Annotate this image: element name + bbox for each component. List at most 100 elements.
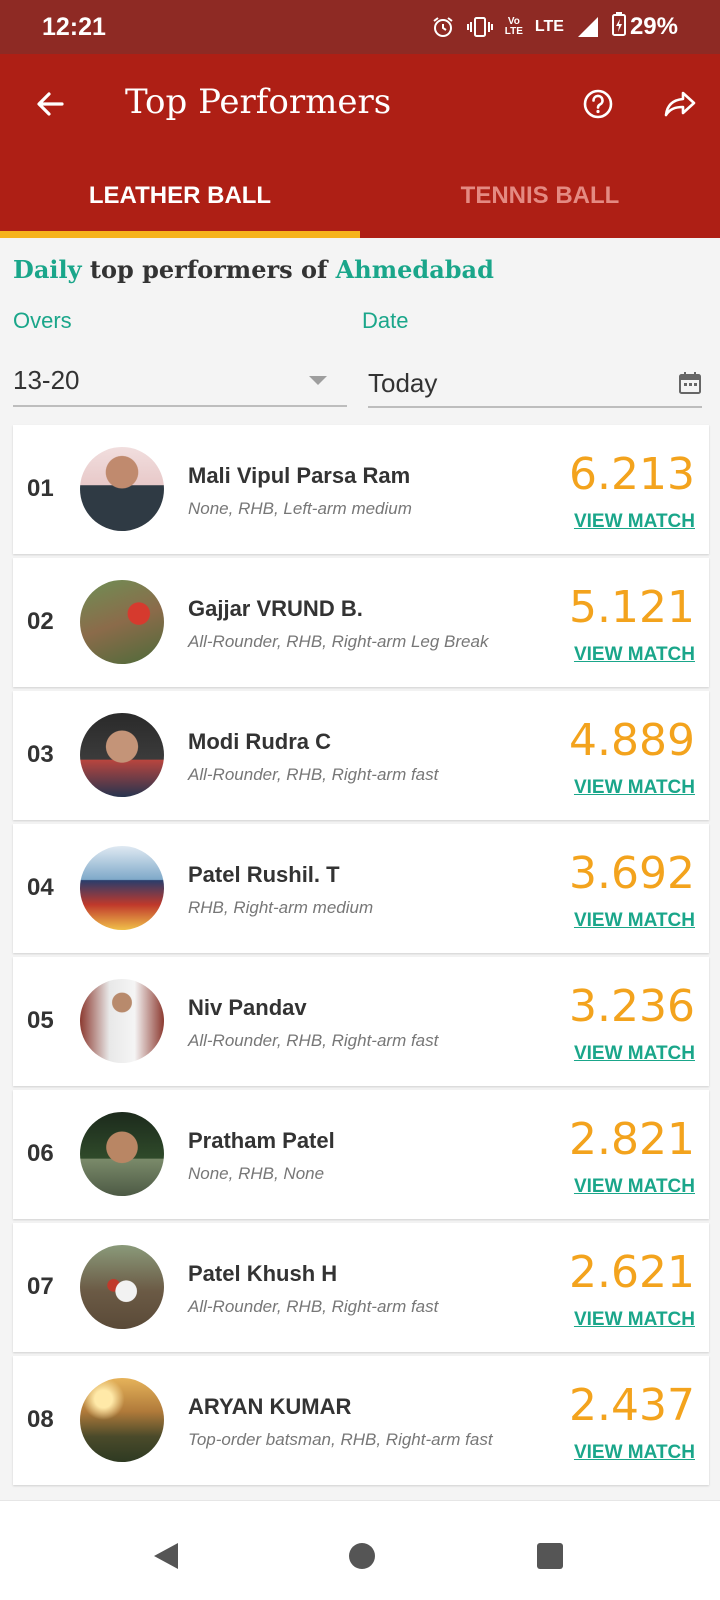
view-match-link[interactable]: VIEW MATCH — [574, 1309, 695, 1331]
overs-label: Overs — [13, 308, 72, 333]
player-role: All-Rounder, RHB, Right-arm fast — [188, 1297, 439, 1316]
help-icon — [583, 89, 613, 119]
player-name: Patel Khush H — [188, 1261, 338, 1286]
heading-period: Daily — [13, 255, 82, 284]
player-score: 4.889 — [569, 715, 695, 766]
player-score: 2.437 — [569, 1380, 695, 1431]
section-heading: Daily top performers of Ahmedabad — [13, 255, 494, 284]
alarm-icon — [431, 15, 455, 39]
tab-leather-ball[interactable]: LEATHER BALL — [0, 153, 360, 238]
status-time: 12:21 — [42, 12, 106, 41]
battery-indicator: 29% — [611, 11, 678, 43]
rank-number: 03 — [27, 741, 54, 768]
avatar — [80, 1245, 164, 1329]
status-icons: Vo LTE LTE 29% — [431, 11, 678, 43]
date-label: Date — [362, 308, 409, 333]
list-item[interactable]: 04 Patel Rushil. T RHB, Right-arm medium… — [13, 824, 709, 953]
avatar — [80, 713, 164, 797]
performers-list: 01 Mali Vipul Parsa Ram None, RHB, Left-… — [13, 425, 709, 1489]
vibrate-icon — [466, 15, 493, 39]
share-button[interactable] — [660, 84, 700, 124]
player-name: Niv Pandav — [188, 995, 307, 1020]
player-role: Top-order batsman, RHB, Right-arm fast — [188, 1430, 493, 1449]
view-match-link[interactable]: VIEW MATCH — [574, 644, 695, 666]
overs-dropdown[interactable]: 13-20 — [13, 355, 347, 407]
avatar — [80, 1112, 164, 1196]
tab-leather-ball-label: LEATHER BALL — [88, 181, 272, 209]
tab-tennis-ball-label: TENNIS BALL — [460, 181, 620, 209]
player-role: All-Rounder, RHB, Right-arm fast — [188, 765, 439, 784]
battery-icon — [611, 11, 626, 43]
lte-icon: LTE — [535, 18, 564, 36]
rank-number: 04 — [27, 874, 54, 901]
date-value: Today — [368, 367, 438, 398]
volte-icon: Vo LTE — [505, 17, 523, 37]
list-item[interactable]: 05 Niv Pandav All-Rounder, RHB, Right-ar… — [13, 957, 709, 1086]
view-match-link[interactable]: VIEW MATCH — [574, 1043, 695, 1065]
status-bar: 12:21 Vo LTE LTE 29% — [0, 0, 720, 54]
player-score: 5.121 — [569, 582, 695, 633]
player-role: None, RHB, None — [188, 1164, 325, 1183]
player-role: RHB, Right-arm medium — [188, 898, 374, 917]
rank-number: 06 — [27, 1140, 54, 1167]
network-label: LTE — [534, 18, 564, 35]
page-title: Top Performers — [125, 82, 392, 122]
player-name: Patel Rushil. T — [188, 862, 340, 887]
view-match-link[interactable]: VIEW MATCH — [574, 910, 695, 932]
player-score: 2.821 — [569, 1114, 695, 1165]
calendar-icon — [679, 372, 701, 394]
heading-city: Ahmedabad — [335, 255, 494, 284]
back-button[interactable] — [30, 84, 70, 124]
player-name: Mali Vipul Parsa Ram — [188, 463, 411, 488]
rank-number: 07 — [27, 1273, 54, 1300]
player-name: Gajjar VRUND B. — [188, 596, 363, 621]
avatar — [80, 1378, 164, 1462]
list-item[interactable]: 07 Patel Khush H All-Rounder, RHB, Right… — [13, 1223, 709, 1352]
date-picker[interactable]: Today — [368, 360, 702, 408]
battery-percent: 29% — [629, 13, 678, 40]
help-button[interactable] — [578, 84, 618, 124]
share-icon — [664, 91, 696, 117]
player-name: ARYAN KUMAR — [188, 1394, 352, 1419]
list-item[interactable]: 08 ARYAN KUMAR Top-order batsman, RHB, R… — [13, 1356, 709, 1485]
player-name: Pratham Patel — [188, 1128, 335, 1153]
system-nav-bar — [0, 1500, 720, 1600]
avatar — [80, 979, 164, 1063]
list-item[interactable]: 06 Pratham Patel None, RHB, None 2.821 V… — [13, 1090, 709, 1219]
tab-active-indicator — [0, 231, 360, 238]
list-item[interactable]: 01 Mali Vipul Parsa Ram None, RHB, Left-… — [13, 425, 709, 554]
rank-number: 02 — [27, 608, 54, 635]
view-match-link[interactable]: VIEW MATCH — [574, 1442, 695, 1464]
player-score: 3.692 — [569, 848, 695, 899]
player-score: 2.621 — [569, 1247, 695, 1298]
tab-tennis-ball[interactable]: TENNIS BALL — [360, 153, 720, 238]
chevron-down-icon — [309, 375, 327, 385]
nav-home-icon[interactable] — [349, 1543, 375, 1569]
view-match-link[interactable]: VIEW MATCH — [574, 1176, 695, 1198]
rank-number: 01 — [27, 475, 54, 502]
app-bar: Top Performers — [0, 54, 720, 153]
list-item[interactable]: 02 Gajjar VRUND B. All-Rounder, RHB, Rig… — [13, 558, 709, 687]
heading-middle: top performers of — [81, 255, 336, 284]
avatar — [80, 846, 164, 930]
avatar — [80, 580, 164, 664]
avatar — [80, 447, 164, 531]
signal-icon — [576, 15, 600, 39]
player-score: 6.213 — [569, 449, 695, 500]
player-role: None, RHB, Left-arm medium — [188, 499, 412, 518]
view-match-link[interactable]: VIEW MATCH — [574, 777, 695, 799]
nav-back-icon[interactable] — [152, 1541, 180, 1576]
tab-bar: LEATHER BALL TENNIS BALL — [0, 153, 720, 238]
nav-recents-icon[interactable] — [537, 1543, 563, 1569]
view-match-link[interactable]: VIEW MATCH — [574, 511, 695, 533]
rank-number: 05 — [27, 1007, 54, 1034]
player-score: 3.236 — [569, 981, 695, 1032]
back-arrow-icon — [37, 92, 64, 116]
rank-number: 08 — [27, 1406, 54, 1433]
overs-value: 13-20 — [13, 364, 80, 395]
player-role: All-Rounder, RHB, Right-arm fast — [188, 1031, 439, 1050]
player-name: Modi Rudra C — [188, 729, 331, 754]
list-item[interactable]: 03 Modi Rudra C All-Rounder, RHB, Right-… — [13, 691, 709, 820]
player-role: All-Rounder, RHB, Right-arm Leg Break — [188, 632, 489, 651]
volte-bottom-label: LTE — [504, 26, 523, 37]
